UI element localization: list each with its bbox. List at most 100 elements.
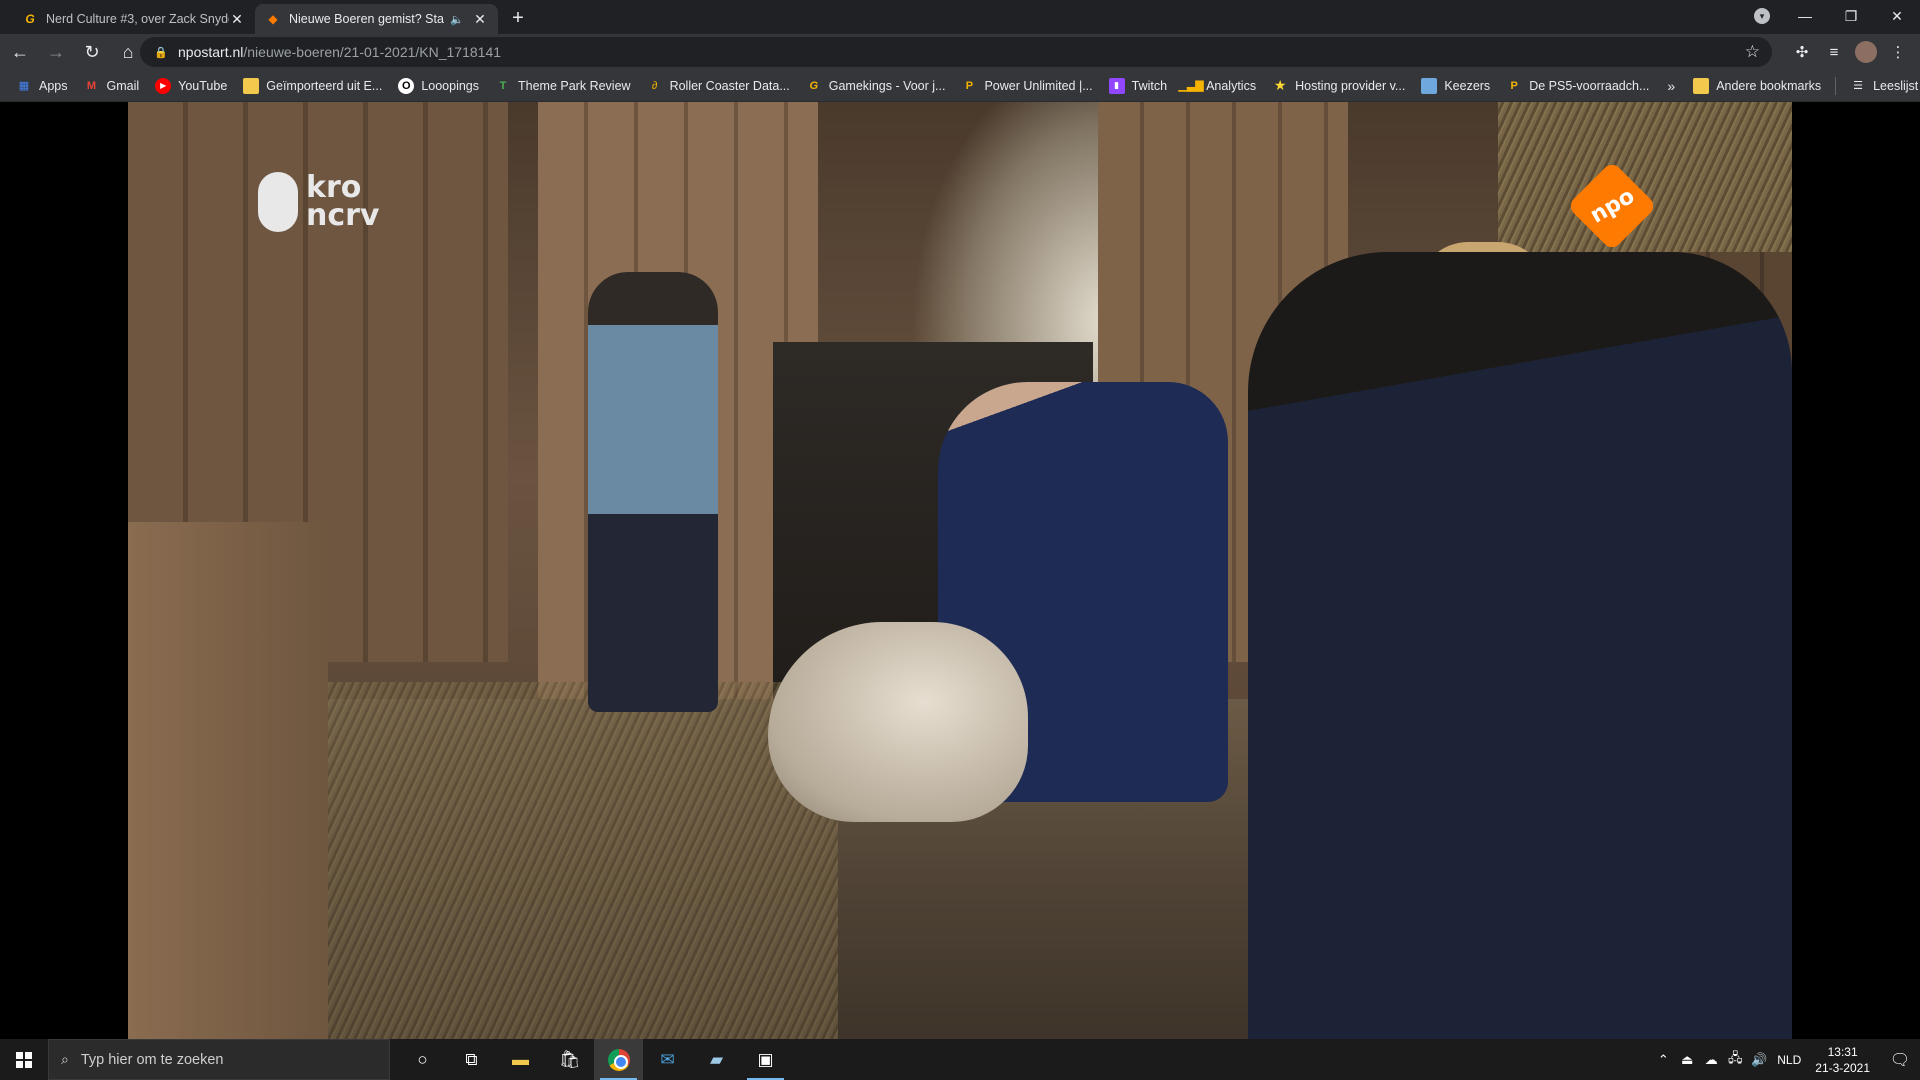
bookmark-label: Looopings (421, 78, 480, 93)
bookmarks-right: Andere bookmarks ☰ Leeslijst (1685, 72, 1920, 100)
hay-bale (1498, 102, 1792, 252)
tab-nieuwe-boeren[interactable]: ◆ Nieuwe Boeren gemist? Start 🔈 ✕ (255, 4, 498, 34)
bookmark-label: Keezers (1444, 78, 1491, 93)
bookmark-gmail[interactable]: M Gmail (76, 72, 148, 100)
notepad-app-icon[interactable]: ▰ (692, 1039, 741, 1080)
kro-ncrv-logo: kro ncrv (258, 172, 380, 232)
video-viewport: kro ncrv npo (0, 102, 1920, 1039)
bookmark-label: Hosting provider v... (1295, 78, 1406, 93)
url-host: npostart.nl (178, 44, 244, 60)
gamekings-icon: G (809, 79, 819, 92)
bookmark-label: De PS5-voorraadch... (1529, 78, 1650, 93)
notification-center-icon[interactable]: 🗨 (1880, 1039, 1920, 1080)
minimize-icon[interactable]: — (1782, 0, 1828, 32)
input-language[interactable]: NLD (1777, 1053, 1801, 1067)
extensions-icon[interactable]: ✣ (1786, 37, 1818, 67)
stall-gate (128, 522, 328, 1039)
bookmark-youtube[interactable]: ▶ YouTube (147, 72, 235, 100)
npo-logo-text: npo (1585, 183, 1639, 229)
bookmark-theme-park-review[interactable]: T Theme Park Review (487, 72, 639, 100)
mail-icon[interactable]: ✉ (643, 1039, 692, 1080)
close-tab-icon[interactable]: ✕ (229, 11, 245, 28)
bookmark-star-icon[interactable]: ☆ (1745, 42, 1760, 62)
media-control-icon[interactable]: ≡ (1818, 37, 1850, 67)
onedrive-cloud-icon[interactable]: ☁ (1699, 1052, 1723, 1068)
usb-device-icon[interactable]: ⏏ (1675, 1052, 1699, 1068)
bookmark-label: Analytics (1206, 78, 1257, 93)
search-placeholder: Typ hier om te zoeken (80, 1051, 224, 1068)
bookmark-label: Geïmporteerd uit E... (266, 78, 383, 93)
tab-nerd-culture[interactable]: G Nerd Culture #3, over Zack Snyder ✕ (12, 4, 255, 34)
man-foreground (1248, 252, 1792, 1039)
bookmark-label: Twitch (1131, 78, 1168, 93)
forward-icon[interactable]: → (40, 36, 72, 68)
close-tab-icon[interactable]: ✕ (472, 11, 488, 28)
start-button[interactable] (0, 1039, 48, 1080)
bookmark-ps5[interactable]: P De PS5-voorraadch... (1498, 72, 1657, 100)
bookmark-keezers[interactable]: Keezers (1413, 72, 1498, 100)
star-icon: ★ (1273, 77, 1287, 93)
audio-playing-icon[interactable]: 🔈 (450, 13, 464, 26)
network-icon[interactable]: 🖧 (1723, 1049, 1747, 1071)
gmail-icon: M (86, 79, 97, 92)
tab-strip: G Nerd Culture #3, over Zack Snyder ✕ ◆ … (0, 0, 1920, 34)
hay-floor (278, 682, 838, 1039)
lock-icon[interactable]: 🔒 (154, 46, 168, 59)
tpr-icon: T (499, 79, 507, 92)
bookmark-gamekings[interactable]: G Gamekings - Voor j... (798, 72, 954, 100)
clock[interactable]: 13:31 21-3-2021 (1815, 1044, 1870, 1076)
reload-icon[interactable]: ↻ (76, 36, 108, 68)
system-tray: ⌃ ⏏ ☁ 🖧 🔊 NLD 13:31 21-3-2021 🗨 (1651, 1039, 1920, 1080)
bookmarks-overflow-chevron-icon[interactable]: » (1657, 78, 1685, 94)
folder-icon (1693, 77, 1710, 94)
bookmark-label: Leeslijst (1873, 78, 1919, 93)
bookmark-rcdb[interactable]: ∂ Roller Coaster Data... (639, 72, 798, 100)
task-view-icon[interactable]: ⧉ (447, 1039, 496, 1080)
bookmark-twitch[interactable]: ▮ Twitch (1101, 72, 1175, 100)
video-player[interactable]: kro ncrv npo (128, 102, 1792, 1039)
bookmark-power-unlimited[interactable]: P Power Unlimited |... (953, 72, 1100, 100)
store-icon[interactable]: 🛍 (545, 1039, 594, 1080)
bookmark-apps[interactable]: ▦ Apps (8, 72, 76, 100)
reading-list-icon: ☰ (1853, 80, 1864, 92)
url-path: /nieuwe-boeren/21-01-2021/KN_1718141 (243, 44, 502, 60)
snipping-tool-icon[interactable]: ▣ (741, 1039, 790, 1080)
show-hidden-icons-chevron-icon[interactable]: ⌃ (1651, 1052, 1675, 1068)
restore-icon[interactable]: ❐ (1828, 0, 1874, 32)
woman-standing (588, 272, 718, 712)
bookmark-looopings[interactable]: O Looopings (390, 72, 487, 100)
taskbar-search-box[interactable]: ⌕ Typ hier om te zoeken (48, 1039, 390, 1080)
address-bar[interactable]: 🔒 npostart.nl/nieuwe-boeren/21-01-2021/K… (140, 37, 1772, 67)
tab-title: Nerd Culture #3, over Zack Snyder (46, 12, 229, 26)
bookmark-label: Apps (39, 78, 68, 93)
close-window-icon[interactable]: ✕ (1874, 0, 1920, 32)
file-explorer-icon[interactable]: ▬ (496, 1039, 545, 1080)
bookmark-label: Gamekings - Voor j... (828, 78, 946, 93)
new-tab-button[interactable]: + (504, 4, 532, 32)
keezers-icon (1421, 77, 1438, 94)
volume-icon[interactable]: 🔊 (1747, 1052, 1771, 1068)
bookmark-other-folder[interactable]: Andere bookmarks (1685, 72, 1829, 100)
bookmark-analytics[interactable]: ▁▃▇ Analytics (1175, 72, 1264, 100)
back-icon[interactable]: ← (4, 36, 36, 68)
bookmark-label: Theme Park Review (518, 78, 631, 93)
reading-list-button[interactable]: ☰ Leeslijst (1842, 72, 1920, 100)
kro-ncrv-logo-text: kro ncrv (306, 170, 380, 233)
menu-kebab-icon[interactable]: ⋮ (1882, 37, 1914, 67)
window-controls: — ❐ ✕ (1782, 0, 1920, 32)
bookmark-folder-imported[interactable]: Geïmporteerd uit E... (235, 72, 390, 100)
bookmarks-bar: ▦ Apps M Gmail ▶ YouTube Geïmporteerd uit E… (0, 70, 1920, 102)
bookmark-hosting-provider[interactable]: ★ Hosting provider v... (1264, 72, 1413, 100)
cortana-icon[interactable]: ○ (398, 1039, 447, 1080)
chrome-taskbar-button[interactable] (594, 1039, 643, 1080)
looopings-icon: O (398, 77, 415, 94)
tab-search-icon[interactable]: ▾ (1754, 8, 1770, 24)
gamekings-favicon-icon: G (25, 12, 35, 26)
pu-icon: P (965, 79, 974, 92)
youtube-icon: ▶ (155, 77, 172, 94)
toolbar-right-icons: ✣ ≡ ⋮ (1786, 37, 1914, 67)
clock-date: 21-3-2021 (1815, 1060, 1870, 1075)
profile-avatar[interactable] (1855, 41, 1877, 63)
rcdb-icon: ∂ (651, 79, 658, 92)
browser-toolbar: ← → ↻ ⌂ 🔒 npostart.nl/nieuwe-boeren/21-0… (0, 34, 1920, 70)
